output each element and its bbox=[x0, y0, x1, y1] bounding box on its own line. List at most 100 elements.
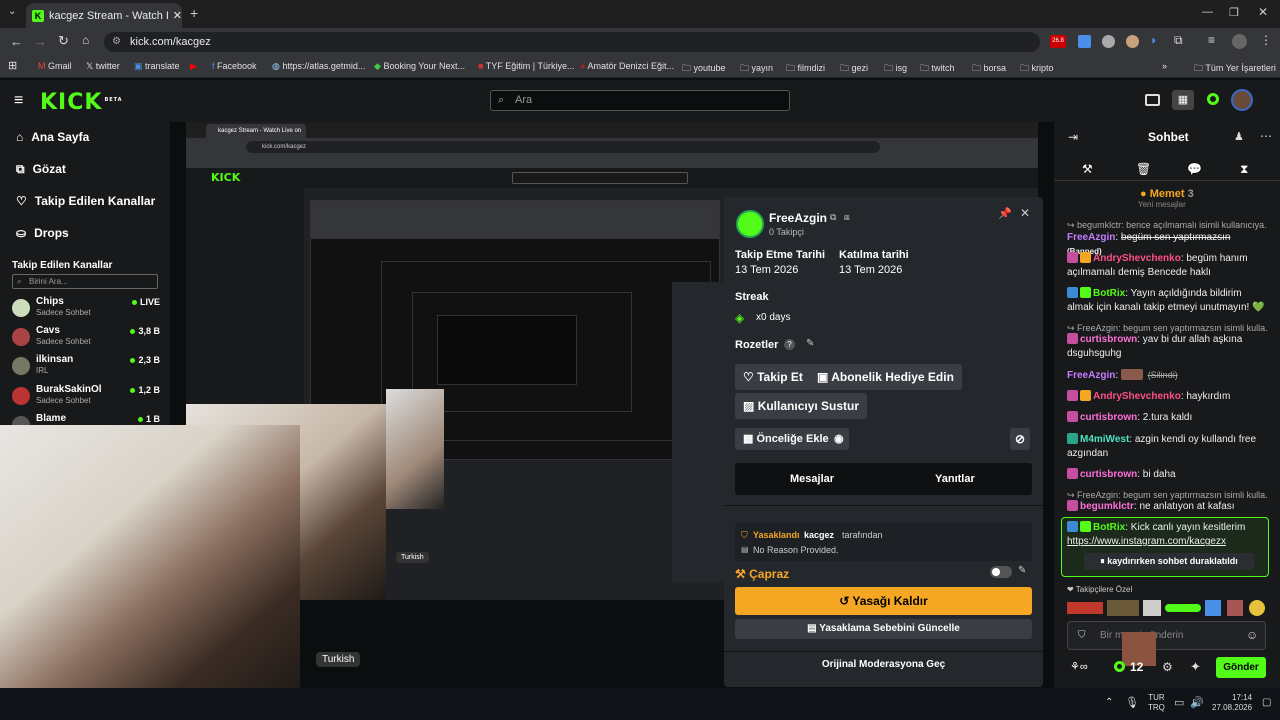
chat-message[interactable]: curtisbrown: yav bi dur allah aşkına dsg… bbox=[1067, 333, 1267, 361]
chat-message[interactable]: curtisbrown: 2.tura kaldı bbox=[1067, 411, 1267, 425]
emoji-icon[interactable]: ☺ bbox=[1246, 628, 1258, 642]
add-priority-button[interactable]: ▩ Önceliğe Ekle bbox=[735, 428, 837, 450]
followed-channel[interactable]: Cavs Sadece Sohbet 3,8 B bbox=[12, 325, 162, 353]
apps-grid-icon[interactable]: ⊞ bbox=[8, 59, 17, 72]
kick-coin-icon[interactable] bbox=[1207, 93, 1219, 105]
chat-message[interactable]: begumklctr: ne anlatıyon at kafası bbox=[1067, 500, 1267, 514]
bookmark-atlas[interactable]: ◍ https://atlas.getmid... bbox=[272, 61, 365, 72]
gift-sub-button[interactable]: ▣ Abonelik Hediye Edin bbox=[809, 364, 962, 390]
stream-tag[interactable]: Turkish bbox=[316, 652, 361, 667]
notification-icon[interactable]: ▢ bbox=[1262, 697, 1271, 708]
tab-messages[interactable]: Mesajlar bbox=[790, 473, 834, 485]
chat-message[interactable]: AndryShevchenko: begüm hanım açılmamalı … bbox=[1067, 252, 1267, 280]
home-icon[interactable]: ⌂ bbox=[82, 33, 89, 47]
sidebar-item-browse[interactable]: ⧉ Gözat bbox=[16, 162, 66, 177]
chat-message[interactable]: BotRix: Kick canlı yayın kesitlerim https… bbox=[1067, 521, 1267, 549]
bookmark-facebook[interactable]: f Facebook bbox=[212, 61, 257, 71]
url-bar[interactable]: ⚙ kick.com/kacgez bbox=[104, 32, 1040, 52]
tab-list-icon[interactable]: ⌄ bbox=[8, 6, 16, 17]
watch-icon[interactable]: ◉ bbox=[829, 428, 849, 450]
user-avatar[interactable] bbox=[1231, 89, 1253, 111]
extension-icon[interactable] bbox=[1102, 35, 1115, 48]
followed-channel[interactable]: BurakSakinOl Sadece Sohbet 1,2 B bbox=[12, 384, 162, 412]
collapse-chat-icon[interactable]: ⇥ bbox=[1068, 130, 1078, 144]
minimize-icon[interactable]: — bbox=[1202, 6, 1213, 18]
send-button[interactable]: Gönder bbox=[1216, 657, 1266, 678]
bookmark-folder-youtube[interactable]: 🗀 youtube bbox=[682, 61, 726, 77]
chat-message[interactable]: M4miWest: azgin kendi oy kullandı free a… bbox=[1067, 433, 1267, 461]
close-tab-icon[interactable]: ✕ bbox=[173, 9, 182, 22]
sidebar-item-following[interactable]: ♡ Takip Edilen Kanallar bbox=[16, 194, 155, 208]
extension-icon[interactable] bbox=[1126, 35, 1139, 48]
bookmark-folder-kripto[interactable]: 🗀 kripto bbox=[1020, 61, 1054, 77]
extension-icon[interactable]: 26.8 bbox=[1050, 35, 1066, 48]
emote-icon[interactable] bbox=[1227, 600, 1243, 616]
bookmark-folder-yayin[interactable]: 🗀 yayın bbox=[740, 61, 773, 77]
bookmark-folder-isg[interactable]: 🗀 isg bbox=[884, 61, 907, 77]
hourglass-icon[interactable]: ⧗ bbox=[1240, 162, 1248, 177]
bookmark-folder-borsa[interactable]: 🗀 borsa bbox=[972, 61, 1006, 77]
emote-icon[interactable] bbox=[1067, 602, 1103, 614]
mod-hammer-icon[interactable]: ⚒ bbox=[1082, 162, 1093, 176]
follow-button[interactable]: ♡ Takip Et bbox=[735, 364, 811, 390]
close-window-icon[interactable]: ✕ bbox=[1258, 5, 1268, 19]
bookmark-translate[interactable]: ▣ translate bbox=[134, 61, 180, 72]
chat-message[interactable]: AndryShevchenko: haykırdım bbox=[1067, 390, 1267, 404]
ban-icon[interactable]: ⊘ bbox=[1010, 428, 1031, 450]
media-icon[interactable]: ≡ bbox=[1208, 33, 1215, 47]
emote-icon[interactable] bbox=[1205, 600, 1221, 616]
network-icon[interactable]: ▭ bbox=[1174, 696, 1184, 709]
studio-icon[interactable] bbox=[1145, 94, 1160, 106]
profile-avatar[interactable] bbox=[1232, 34, 1247, 49]
microphone-icon[interactable]: 🎙 bbox=[1125, 696, 1139, 709]
forward-icon[interactable]: → bbox=[34, 34, 47, 49]
all-bookmarks[interactable]: 🗀 Tüm Yer İşaretleri bbox=[1194, 61, 1276, 77]
chat-paused-banner[interactable]: ⏸ kaydırırken sohbet duraklatıldı bbox=[1084, 553, 1254, 570]
volume-icon[interactable]: 🔊 bbox=[1190, 696, 1204, 709]
tray-chevron-icon[interactable]: ⌃ bbox=[1105, 697, 1113, 708]
hamburger-menu-icon[interactable]: ≡ bbox=[14, 92, 23, 110]
site-info-icon[interactable]: ⚙ bbox=[112, 32, 121, 52]
chat-menu-icon[interactable]: ⋯ bbox=[1260, 129, 1272, 143]
emote-icon[interactable] bbox=[1249, 600, 1265, 616]
maximize-icon[interactable]: ❐ bbox=[1229, 6, 1239, 19]
emote-icon[interactable] bbox=[1143, 600, 1161, 616]
emote-icon[interactable] bbox=[1107, 600, 1139, 616]
kick-coin-icon[interactable] bbox=[1114, 661, 1125, 672]
sidebar-item-drops[interactable]: ⛀ Drops bbox=[16, 226, 69, 240]
reload-icon[interactable]: ↻ bbox=[58, 33, 69, 49]
external-link-icon[interactable]: ⧈ bbox=[844, 212, 850, 223]
bookmark-folder-twitch[interactable]: 🗀 twitch bbox=[920, 61, 955, 77]
bookmark-tyf[interactable]: ■ TYF Eğitim | Türkiye... bbox=[478, 61, 574, 71]
back-icon[interactable]: ← bbox=[10, 34, 23, 49]
language-indicator[interactable]: TUR TRQ bbox=[1148, 693, 1165, 713]
copy-icon[interactable]: ⧉ bbox=[830, 212, 836, 223]
new-tab-icon[interactable]: + bbox=[190, 5, 198, 21]
chat-input[interactable]: ⛉ Bir mesaj gönderin ☺ bbox=[1067, 621, 1266, 650]
chat-link[interactable]: https://www.instagram.com/kacgezx bbox=[1067, 536, 1226, 547]
mute-user-button[interactable]: ▨ Kullanıcıyı Sustur bbox=[735, 393, 868, 419]
followed-channel[interactable]: ilkinsan IRL 2,3 B bbox=[12, 354, 162, 382]
card-username[interactable]: FreeAzgin bbox=[769, 211, 827, 225]
cross-toggle[interactable] bbox=[990, 566, 1012, 578]
trash-icon[interactable]: 🗑 bbox=[1136, 162, 1151, 176]
tab-replies[interactable]: Yanıtlar bbox=[935, 473, 975, 485]
bookmark-amator[interactable]: ● Amatör Denizci Eğit... bbox=[580, 61, 674, 71]
chat-message[interactable]: BotRix: Yayın açıldığında bildirim almak… bbox=[1067, 287, 1267, 315]
bookmark-twitter[interactable]: 𝕏 twitter bbox=[86, 61, 120, 72]
browser-tab[interactable]: K kacgez Stream - Watch Live on ✕ bbox=[26, 3, 182, 28]
chat-message[interactable]: FreeAzgin: (Silindi) bbox=[1067, 368, 1267, 383]
close-icon[interactable]: ✕ bbox=[1020, 206, 1030, 220]
emote-picker-icon[interactable]: ✦ bbox=[1190, 659, 1201, 675]
edit-pencil-icon[interactable]: ✎ bbox=[806, 338, 814, 349]
dashboard-icon[interactable]: ▦ bbox=[1172, 90, 1194, 110]
search-input[interactable]: ⌕ Ara bbox=[490, 90, 790, 111]
kick-logo[interactable]: KICK BETA bbox=[40, 90, 123, 115]
extension-icon[interactable]: ◗ bbox=[1150, 33, 1157, 47]
bookmark-folder-filmdizi[interactable]: 🗀 filmdizi bbox=[786, 61, 825, 77]
settings-gear-icon[interactable]: ⚙ bbox=[1162, 660, 1173, 674]
bookmarks-overflow-icon[interactable]: » bbox=[1162, 61, 1167, 71]
pin-icon[interactable]: 📌 bbox=[998, 207, 1012, 220]
help-icon[interactable]: ? bbox=[784, 339, 795, 350]
infinity-icon[interactable]: ⚘∞ bbox=[1070, 660, 1088, 673]
